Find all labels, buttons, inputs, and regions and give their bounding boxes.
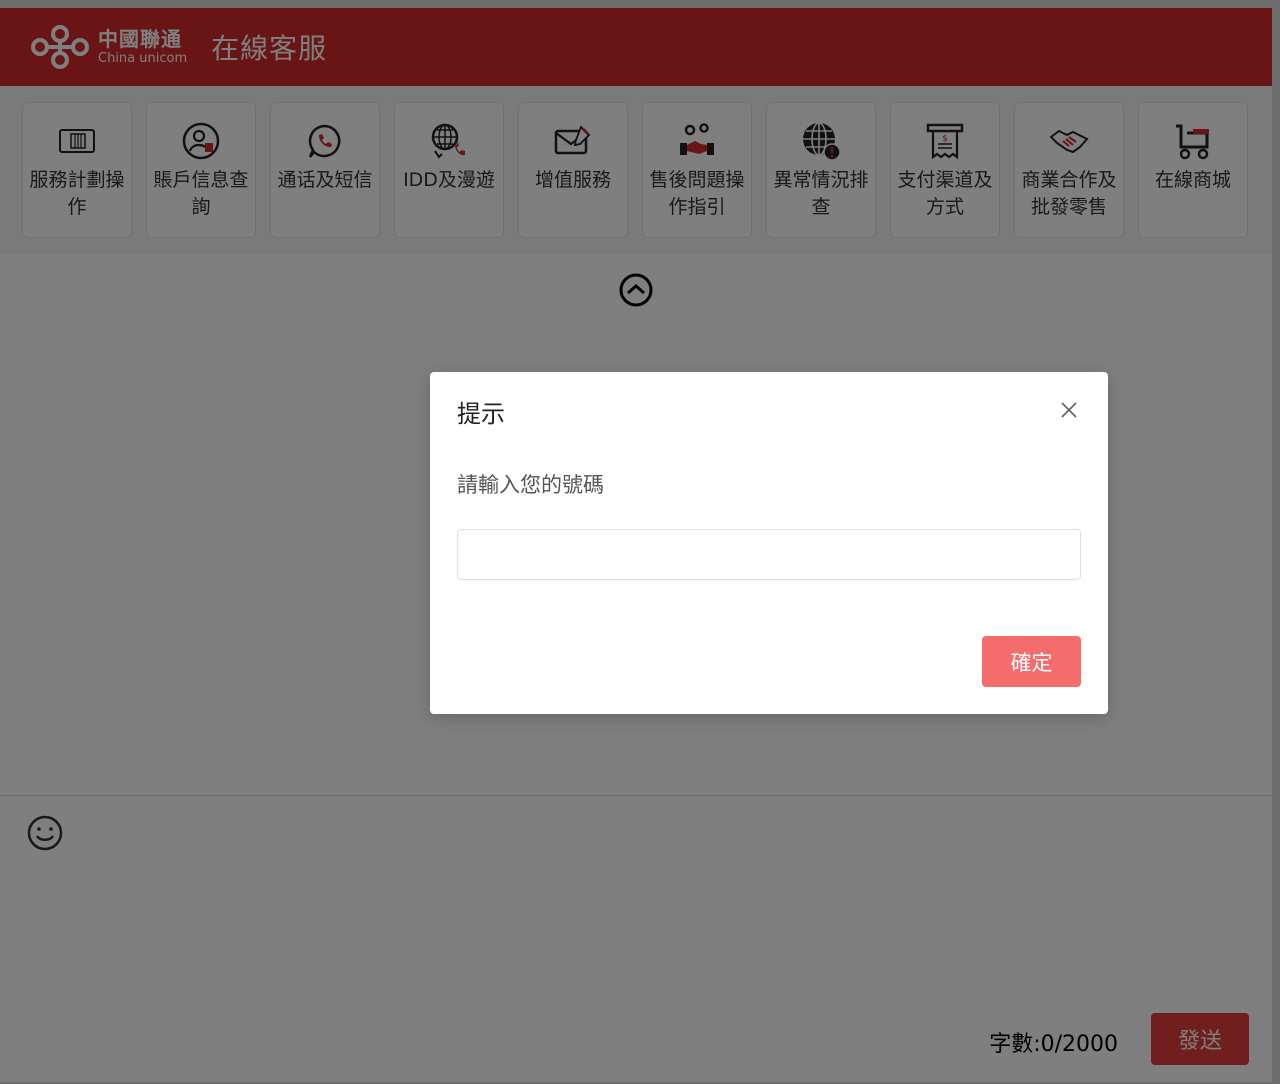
phone-number-input[interactable]: [457, 529, 1081, 580]
prompt-dialog: 提示 請輸入您的號碼 確定: [430, 372, 1108, 714]
close-icon[interactable]: [1059, 400, 1079, 420]
confirm-button[interactable]: 確定: [982, 636, 1081, 687]
dialog-message: 請輸入您的號碼: [457, 473, 604, 497]
dialog-title: 提示: [457, 400, 505, 428]
